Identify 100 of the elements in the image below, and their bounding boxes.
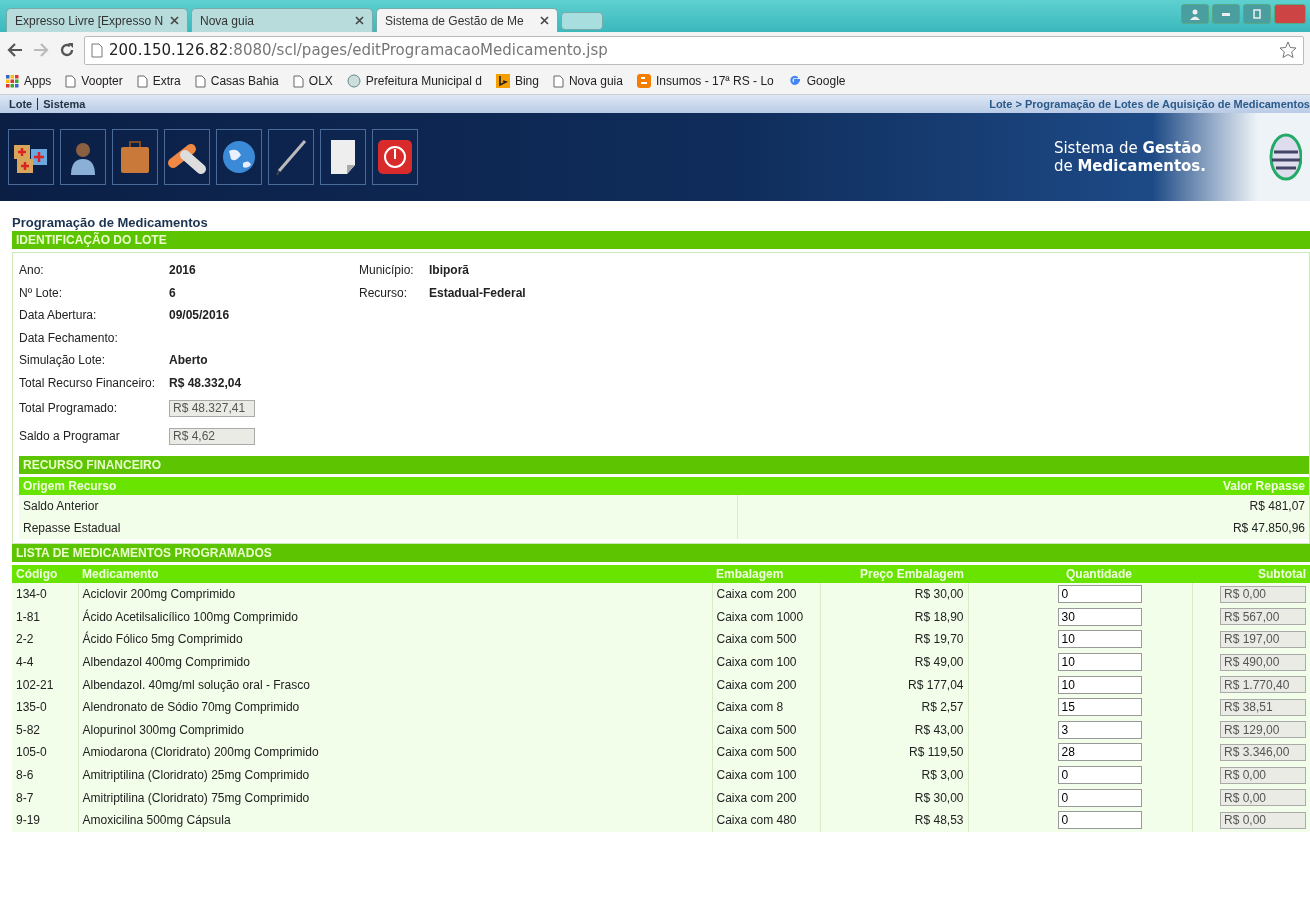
menu-item[interactable]: Sistema: [38, 98, 91, 110]
table-cell: Albendazol 400mg Comprimido: [78, 650, 712, 674]
subtotal-field[interactable]: R$ 3.346,00: [1220, 743, 1306, 761]
field-label: Data Fechamento:: [19, 330, 119, 345]
seal-icon: [346, 74, 361, 88]
subtotal-field[interactable]: R$ 129,00: [1220, 721, 1306, 739]
bookmark-link[interactable]: Voopter: [65, 74, 123, 88]
bookmark-link[interactable]: Apps: [6, 74, 52, 88]
field-label: Total Programado:: [19, 401, 119, 415]
subtotal-field[interactable]: R$ 38,51: [1220, 698, 1306, 716]
bookmark-link[interactable]: Bing: [495, 74, 539, 88]
quantity-field[interactable]: 0: [1057, 585, 1142, 604]
globe-icon[interactable]: [216, 129, 262, 185]
quantity-field[interactable]: 15: [1057, 698, 1142, 717]
quantity-field[interactable]: 28: [1057, 743, 1142, 762]
column-header: Valor Repasse: [737, 475, 1309, 495]
quantity-field[interactable]: 30: [1057, 607, 1142, 626]
quantity-field[interactable]: 0: [1057, 788, 1142, 807]
table-cell: Ácido Fólico 5mg Comprimido: [78, 628, 712, 651]
close-icon[interactable]: [355, 16, 364, 25]
quantity-field[interactable]: 0: [1057, 811, 1142, 830]
field-value: Estadual-Federal: [429, 285, 526, 300]
close-icon[interactable]: [170, 16, 179, 25]
quantity-field[interactable]: 0: [1057, 766, 1142, 785]
table-cell: 4-4: [12, 650, 78, 674]
bookmark-link[interactable]: Insumos - 17ª RS - Lo: [636, 74, 774, 88]
subtotal-field[interactable]: R$ 0,00: [1220, 585, 1306, 603]
breadcrumb: Lote > Programação de Lotes de Aquisição de Medicamentos: [989, 98, 1310, 110]
menu-item[interactable]: Lote: [4, 98, 39, 110]
table-cell: R$ 30,00: [820, 786, 968, 809]
subtotal-field[interactable]: R$ 567,00: [1220, 608, 1306, 626]
table-cell: Albendazol. 40mg/ml solução oral - Frasco: [78, 673, 712, 696]
bookmark-link[interactable]: Prefeitura Municipal d: [346, 74, 482, 88]
table-cell: Alopurinol 300mg Comprimido: [78, 718, 712, 742]
medicine-boxes-icon[interactable]: [8, 129, 54, 185]
table-cell: Caixa com 500: [712, 628, 820, 651]
power-icon[interactable]: [372, 129, 418, 185]
column-header: Subtotal: [1192, 563, 1310, 583]
browser-tab[interactable]: Nova guia: [191, 8, 373, 32]
minimize-button[interactable]: [1212, 4, 1240, 24]
field-label: Nº Lote:: [19, 285, 64, 300]
table-cell: Repasse Estadual: [19, 517, 738, 539]
subtotal-field[interactable]: R$ 197,00: [1220, 631, 1306, 648]
user-icon[interactable]: [1181, 4, 1209, 24]
address-field[interactable]: 200.150.126.82:8080/scl/pages/editProgramacaoMedicamento.jsp: [84, 35, 1304, 65]
table-cell: 134-0: [12, 583, 78, 606]
column-header: Preço Embalagem: [820, 563, 968, 583]
b-letter-icon: [495, 74, 510, 88]
table-cell: 8-6: [12, 763, 78, 787]
subtotal-field[interactable]: R$ 490,00: [1220, 653, 1306, 671]
bookmark-link[interactable]: Nova guia: [552, 74, 623, 88]
field-value: 6: [169, 285, 176, 300]
star-icon[interactable]: [1279, 41, 1297, 59]
section-header: RECURSO FINANCEIRO: [19, 456, 1309, 474]
page-icon: [65, 74, 77, 88]
field-value: Ibiporã: [429, 263, 469, 278]
field-label: Município:: [359, 263, 415, 278]
column-header: Código: [12, 563, 78, 583]
table-cell: Saldo Anterior: [19, 495, 738, 517]
browser-tab[interactable]: Expresso Livre [Expresso N: [6, 8, 188, 32]
quantity-field[interactable]: 10: [1057, 675, 1142, 694]
quantity-field[interactable]: 10: [1057, 630, 1142, 649]
table-cell: R$ 3,00: [820, 763, 968, 787]
table-cell: Caixa com 480: [712, 808, 820, 832]
document-icon[interactable]: [320, 129, 366, 185]
person-icon[interactable]: [60, 129, 106, 185]
back-icon[interactable]: [6, 43, 24, 57]
table-cell: R$ 49,00: [820, 650, 968, 674]
subtotal-field[interactable]: R$ 0,00: [1220, 789, 1306, 807]
subtotal-field[interactable]: R$ 0,00: [1220, 766, 1306, 784]
page-title: Programação de Medicamentos: [12, 215, 209, 230]
pencil-icon[interactable]: [268, 129, 314, 185]
quantity-field[interactable]: 3: [1057, 720, 1142, 739]
close-icon[interactable]: [540, 16, 549, 25]
pill-icon[interactable]: [164, 129, 210, 185]
bookmark-link[interactable]: Extra: [136, 74, 181, 88]
readonly-field[interactable]: R$ 4,62: [169, 427, 255, 445]
page-icon: [292, 74, 304, 88]
bookmark-link[interactable]: Casas Bahia: [194, 74, 279, 88]
table-cell: Amitriptilina (Cloridrato) 25mg Comprimido: [78, 763, 712, 787]
table-cell: 1-81: [12, 605, 78, 629]
apps-grid-icon: [6, 74, 19, 88]
quantity-field[interactable]: 10: [1057, 653, 1142, 672]
reload-icon[interactable]: [58, 42, 76, 58]
page-icon: [91, 42, 103, 58]
field-value: Aberto: [169, 353, 208, 368]
readonly-field[interactable]: R$ 48.327,41: [169, 399, 255, 417]
subtotal-field[interactable]: R$ 1.770,40: [1220, 676, 1306, 694]
briefcase-icon[interactable]: [112, 129, 158, 185]
field-label: Data Abertura:: [19, 308, 98, 323]
table-cell: Caixa com 200: [712, 583, 820, 606]
table-cell: Amoxicilina 500mg Cápsula: [78, 808, 712, 832]
subtotal-field[interactable]: R$ 0,00: [1220, 811, 1306, 829]
bookmark-link[interactable]: OLX: [292, 74, 333, 88]
b-letter-icon: [636, 74, 651, 88]
table-cell: Ácido Acetilsalicílico 100mg Comprimido: [78, 605, 712, 629]
browser-tab[interactable]: Sistema de Gestão de Me: [376, 8, 558, 32]
page-icon: [194, 74, 206, 88]
bookmark-link[interactable]: Google: [787, 74, 846, 88]
table-cell: 9-19: [12, 808, 78, 832]
